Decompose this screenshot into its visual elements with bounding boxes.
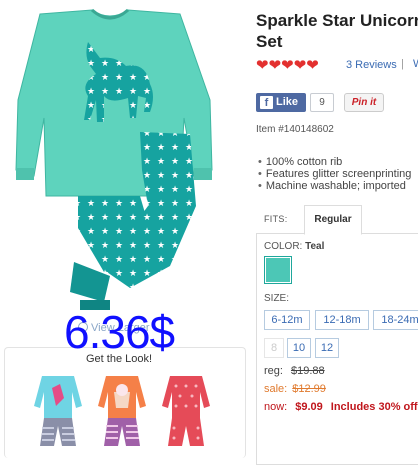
tab-regular[interactable]: Regular bbox=[304, 205, 362, 235]
swatch-fill bbox=[266, 258, 290, 282]
product-title-line1: Sparkle Star Unicorn bbox=[256, 11, 418, 30]
size-option-8: 8 bbox=[264, 338, 284, 358]
sale-label: sale: bbox=[264, 383, 288, 395]
write-review-link[interactable]: W bbox=[413, 58, 418, 70]
rating-hearts-icon: ❤❤❤❤❤ bbox=[256, 57, 319, 74]
discount-note: Includes 30% off bbox=[330, 401, 418, 413]
facebook-icon: f bbox=[260, 96, 273, 109]
pinterest-pin-button[interactable]: Pin it bbox=[344, 93, 384, 112]
facebook-like-button[interactable]: f Like bbox=[256, 93, 306, 112]
feature-list: 100% cotton rib Features glitter screenp… bbox=[256, 156, 412, 192]
sale-price: sale: $12.99 bbox=[264, 383, 326, 395]
product-title: Sparkle Star Unicorn Set bbox=[256, 10, 418, 52]
color-label-text: COLOR: bbox=[264, 241, 303, 252]
size-label: SIZE: bbox=[264, 293, 290, 304]
price-overlay: 6.36$ bbox=[64, 306, 175, 358]
feature-item: Features glitter screenprinting bbox=[256, 168, 412, 180]
size-option-18-24m[interactable]: 18-24m bbox=[373, 310, 418, 330]
feature-item: Machine washable; imported bbox=[256, 180, 411, 192]
now-value: $9.09 bbox=[295, 401, 323, 413]
size-option-12-18m[interactable]: 12-18m bbox=[315, 310, 369, 330]
reviews-separator: | bbox=[401, 58, 404, 70]
facebook-like-label: Like bbox=[276, 96, 299, 108]
product-title-line2: Set bbox=[256, 32, 283, 51]
size-option-6-12m[interactable]: 6-12m bbox=[264, 310, 310, 330]
now-price: now: $9.09 Includes 30% off bbox=[264, 401, 418, 413]
reg-value: $19.88 bbox=[290, 365, 325, 377]
look-thumbnail-1[interactable] bbox=[30, 372, 86, 450]
fits-label: FITS: bbox=[264, 214, 288, 224]
size-option-10[interactable]: 10 bbox=[287, 338, 311, 358]
reg-label: reg: bbox=[264, 365, 283, 377]
now-label: now: bbox=[264, 401, 288, 413]
reviews-link[interactable]: 3 Reviews bbox=[346, 58, 397, 73]
sale-value: $12.99 bbox=[292, 383, 326, 395]
look-thumbnail-2[interactable] bbox=[94, 372, 150, 450]
look-thumbnail-3[interactable] bbox=[158, 372, 214, 450]
regular-price: reg: $19.88 bbox=[264, 365, 325, 377]
item-number: Item #140148602 bbox=[256, 124, 334, 135]
feature-item: 100% cotton rib bbox=[256, 156, 411, 168]
color-label: COLOR: Teal bbox=[264, 241, 324, 252]
color-value: Teal bbox=[305, 241, 325, 252]
color-swatch-teal[interactable] bbox=[264, 256, 292, 284]
size-option-12[interactable]: 12 bbox=[315, 338, 339, 358]
facebook-like-count: 9 bbox=[310, 93, 334, 112]
product-main-image[interactable]: ★ bbox=[0, 0, 246, 318]
